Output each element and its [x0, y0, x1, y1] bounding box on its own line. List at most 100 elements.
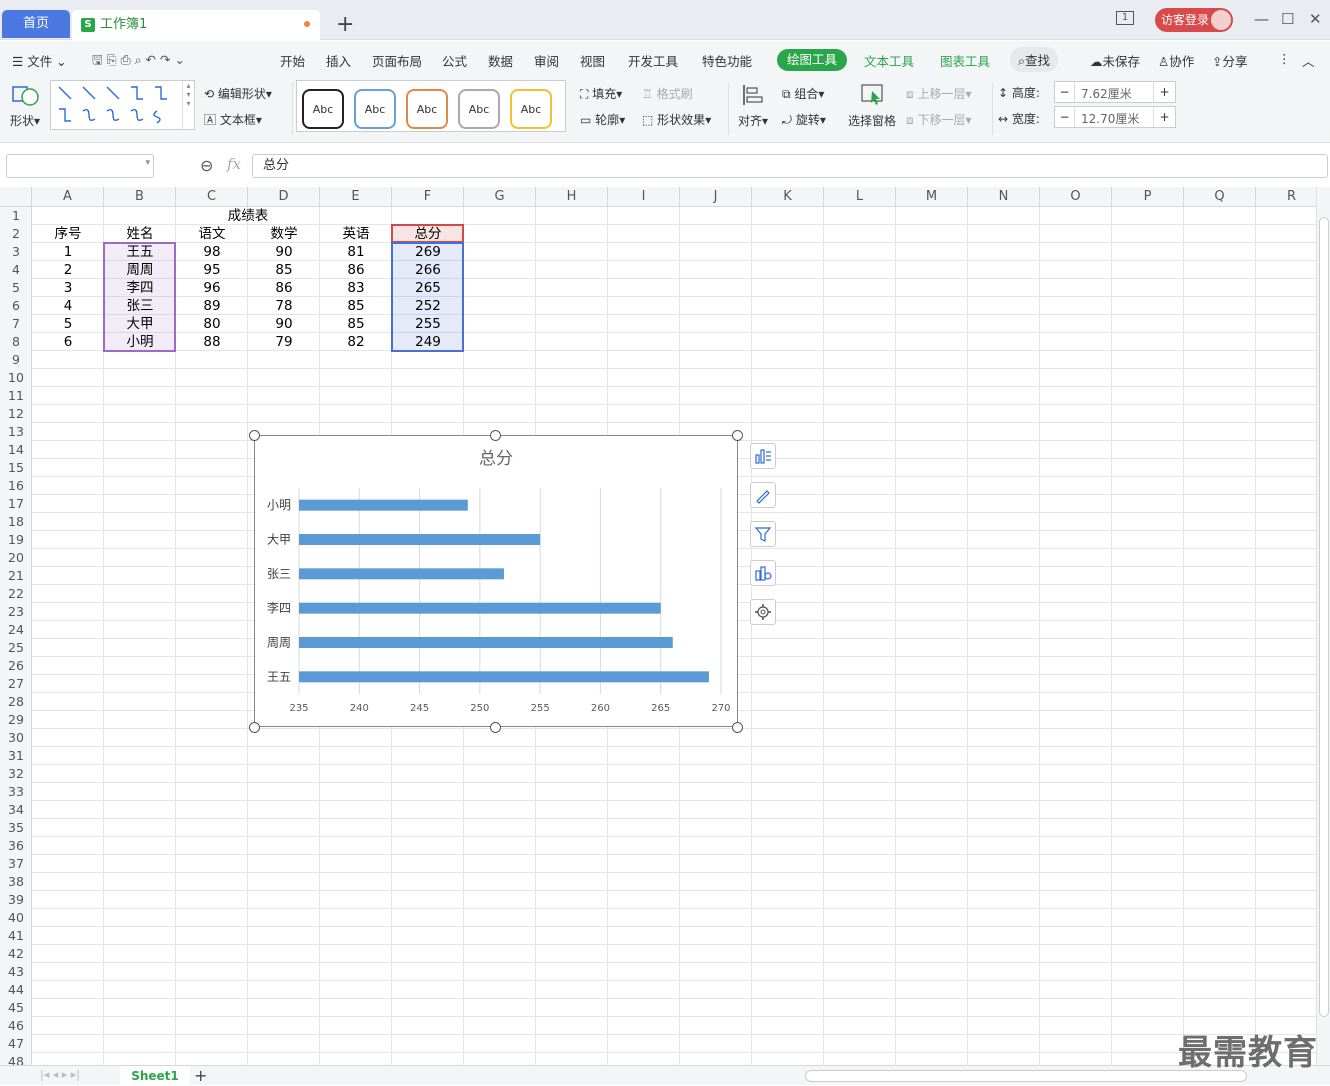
row-header[interactable]: 12 [0, 405, 32, 423]
column-header[interactable]: E [320, 187, 392, 207]
table-cell[interactable]: 96 [176, 279, 248, 297]
width-value[interactable]: 12.70厘米 [1081, 110, 1139, 127]
tab-text-tools[interactable]: 文本工具 [864, 51, 914, 70]
table-header-cell[interactable]: 数学 [248, 225, 320, 243]
table-cell[interactable]: 83 [320, 279, 392, 297]
menu-view[interactable]: 视图 [580, 51, 605, 70]
collab-button[interactable]: ♙协作 [1158, 51, 1194, 70]
table-cell[interactable]: 大甲 [104, 315, 176, 333]
table-title[interactable]: 成绩表 [104, 207, 392, 225]
textbox-button[interactable]: 🄰 文本框▾ [204, 111, 262, 128]
row-header[interactable]: 16 [0, 477, 32, 495]
column-header[interactable]: C [176, 187, 248, 207]
vertical-scrollbar[interactable] [1316, 187, 1330, 1065]
menu-formula[interactable]: 公式 [442, 51, 467, 70]
row-header[interactable]: 28 [0, 693, 32, 711]
chevron-down-icon[interactable]: ▾ [145, 158, 150, 168]
row-header[interactable]: 39 [0, 891, 32, 909]
column-header[interactable]: J [680, 187, 752, 207]
row-header[interactable]: 46 [0, 1017, 32, 1035]
select-all-corner[interactable] [0, 187, 32, 207]
style-preset-1[interactable]: Abc [302, 89, 344, 129]
column-header[interactable]: D [248, 187, 320, 207]
row-header[interactable]: 41 [0, 927, 32, 945]
zoom-icon[interactable]: ⊖ [200, 156, 213, 175]
fx-icon[interactable]: fx [227, 155, 241, 173]
name-box[interactable]: ▾ [6, 154, 154, 178]
column-header[interactable]: M [896, 187, 968, 207]
select-pane-button[interactable]: 选择窗格 [848, 112, 896, 129]
row-header[interactable]: 17 [0, 495, 32, 513]
menu-data[interactable]: 数据 [488, 51, 513, 70]
row-header[interactable]: 10 [0, 369, 32, 387]
style-preset-4[interactable]: Abc [458, 89, 500, 129]
row-header[interactable]: 47 [0, 1035, 32, 1053]
table-cell[interactable]: 90 [248, 243, 320, 261]
shape-button[interactable]: 形状▾ [10, 112, 40, 129]
tab-chart-tools[interactable]: 图表工具 [940, 51, 990, 70]
column-header[interactable]: F [392, 187, 464, 207]
more-icon[interactable]: ⋮ [1278, 51, 1291, 66]
resize-handle[interactable] [490, 722, 501, 733]
menu-insert[interactable]: 插入 [326, 51, 351, 70]
chart-settings-button[interactable] [750, 599, 776, 625]
row-header[interactable]: 5 [0, 279, 32, 297]
table-cell[interactable]: 张三 [104, 297, 176, 315]
row-header[interactable]: 20 [0, 549, 32, 567]
table-cell[interactable]: 269 [392, 243, 464, 261]
table-cell[interactable]: 88 [176, 333, 248, 351]
resize-handle[interactable] [249, 722, 260, 733]
height-value[interactable]: 7.62厘米 [1081, 85, 1132, 102]
format-brush-button[interactable]: ♖ 格式刷 [642, 85, 693, 102]
table-cell[interactable]: 85 [320, 297, 392, 315]
row-header[interactable]: 15 [0, 459, 32, 477]
table-cell[interactable]: 1 [32, 243, 104, 261]
table-cell[interactable]: 86 [248, 279, 320, 297]
menu-page-layout[interactable]: 页面布局 [372, 51, 422, 70]
new-tab-button[interactable]: + [336, 12, 354, 37]
formula-input[interactable]: 总分 [252, 154, 1328, 178]
table-cell[interactable]: 王五 [104, 243, 176, 261]
table-header-cell[interactable]: 序号 [32, 225, 104, 243]
gallery-scroll[interactable]: ▴ ▾ ▾ [182, 81, 194, 129]
row-header[interactable]: 19 [0, 531, 32, 549]
column-header[interactable]: P [1112, 187, 1184, 207]
resize-handle[interactable] [732, 722, 743, 733]
search-button[interactable]: ⌕查找 [1010, 47, 1059, 72]
select-pane-icon[interactable] [860, 83, 886, 107]
column-header[interactable]: L [824, 187, 896, 207]
table-header-cell[interactable]: 总分 [392, 225, 464, 243]
menu-start[interactable]: 开始 [280, 51, 305, 70]
row-header[interactable]: 18 [0, 513, 32, 531]
column-header[interactable]: N [968, 187, 1040, 207]
row-header[interactable]: 23 [0, 603, 32, 621]
row-header[interactable]: 25 [0, 639, 32, 657]
row-header[interactable]: 34 [0, 801, 32, 819]
file-menu[interactable]: ☰ 文件 ⌄ [12, 51, 67, 70]
share-button[interactable]: ⇪分享 [1212, 51, 1248, 70]
table-cell[interactable]: 86 [320, 261, 392, 279]
tab-drawing-tools[interactable]: 绘图工具 [777, 49, 847, 71]
row-header[interactable]: 7 [0, 315, 32, 333]
row-header[interactable]: 31 [0, 747, 32, 765]
sheet-tab-sheet1[interactable]: Sheet1 [120, 1066, 190, 1086]
unsaved-button[interactable]: ☁未保存 [1090, 51, 1140, 70]
table-cell[interactable]: 80 [176, 315, 248, 333]
row-header[interactable]: 33 [0, 783, 32, 801]
row-header[interactable]: 29 [0, 711, 32, 729]
row-header[interactable]: 36 [0, 837, 32, 855]
menu-review[interactable]: 审阅 [534, 51, 559, 70]
column-header[interactable]: K [752, 187, 824, 207]
table-cell[interactable]: 79 [248, 333, 320, 351]
row-header[interactable]: 30 [0, 729, 32, 747]
table-cell[interactable]: 周周 [104, 261, 176, 279]
quick-toolbar-icons[interactable]: 🖫 ⎘ ⎙ ⌕ ↶ ↷ ⌄ [92, 51, 185, 72]
align-icon[interactable] [742, 83, 764, 107]
resize-handle[interactable] [249, 430, 260, 441]
column-header[interactable]: H [536, 187, 608, 207]
maximize-icon[interactable]: ☐ [1281, 10, 1294, 28]
group-button[interactable]: ⧉ 组合▾ [782, 85, 824, 102]
table-cell[interactable]: 78 [248, 297, 320, 315]
chart-elements-button[interactable] [750, 443, 776, 469]
row-header[interactable]: 13 [0, 423, 32, 441]
